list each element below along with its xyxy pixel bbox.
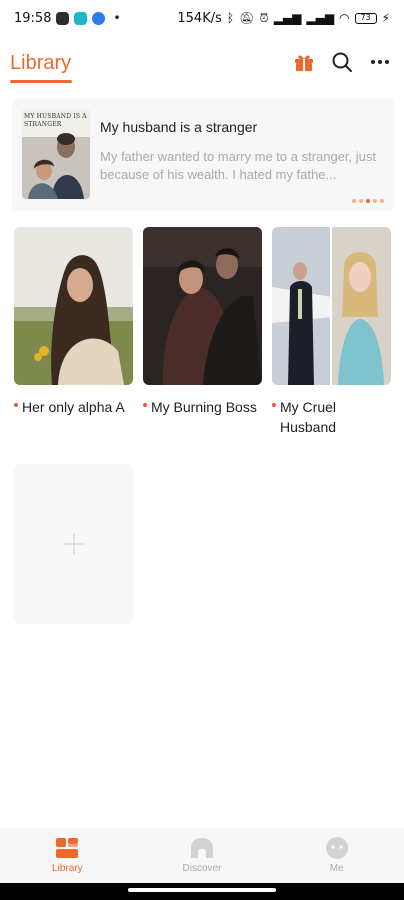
alarm-icon: ⏰︎ [259, 10, 269, 25]
library-icon [56, 838, 79, 858]
app-notification-icon [74, 11, 88, 25]
nav-label: Me [329, 863, 344, 874]
signal-icon: ▂▄▆ [273, 11, 302, 25]
book-title: Her only alpha A [22, 399, 125, 415]
status-left: 19:58 • [14, 11, 121, 26]
home-gesture-handle[interactable] [128, 888, 276, 892]
status-bar: 19:58 • 154K/s ᛒ 🔕︎ ⏰︎ ▂▄▆ ▂▄▆ ◠ 73 ⚡︎ [0, 0, 404, 36]
plus-icon [62, 533, 85, 555]
carousel-dot-active [366, 199, 370, 203]
signal-icon: ▂▄▆ [306, 11, 335, 25]
book-title-row: My Burning Boss [143, 397, 262, 417]
carousel-indicator [352, 199, 384, 203]
status-right: 154K/s ᛒ 🔕︎ ⏰︎ ▂▄▆ ▂▄▆ ◠ 73 ⚡︎ [177, 11, 390, 26]
bluetooth-icon: ᛒ [226, 11, 235, 25]
carousel-dot [373, 199, 377, 203]
book-cover[interactable] [14, 227, 133, 385]
library-book-item[interactable]: Her only alpha A [14, 227, 133, 417]
book-title: My Cruel Husband [280, 399, 337, 435]
gift-icon[interactable] [292, 50, 316, 74]
library-book-item[interactable]: My Burning Boss [143, 227, 262, 417]
carousel-dot [359, 199, 363, 203]
discover-icon [191, 838, 213, 858]
book-title-row: My Cruel Husband [272, 397, 391, 437]
add-book-button[interactable] [14, 464, 133, 624]
featured-cover-title: MY HUSBAND IS A STRANGER [24, 113, 87, 128]
featured-book-card[interactable]: MY HUSBAND IS A STRANGER My husband is a… [12, 99, 394, 211]
app-notification-icon [92, 11, 106, 25]
battery-icon: 73 [354, 12, 377, 24]
nav-label: Library [52, 863, 83, 874]
new-update-dot [272, 403, 276, 407]
nav-discover[interactable]: Discover [135, 828, 270, 883]
book-title: My Burning Boss [151, 399, 257, 415]
book-title-row: Her only alpha A [14, 397, 133, 417]
more-notifications-dot-icon: • [113, 11, 121, 25]
carousel-dot [380, 199, 384, 203]
app-notification-icon [56, 11, 70, 25]
search-icon[interactable] [330, 50, 354, 74]
book-cover[interactable] [272, 227, 391, 385]
app-header: Library [0, 40, 404, 86]
net-speed: 154K/s [177, 10, 222, 26]
profile-icon [325, 837, 348, 859]
page-title[interactable]: Library [10, 52, 71, 75]
nav-me[interactable]: Me [269, 828, 404, 883]
library-book-item[interactable]: My Cruel Husband [272, 227, 391, 437]
featured-book-title: My husband is a stranger [100, 119, 258, 135]
featured-book-cover: MY HUSBAND IS A STRANGER [22, 109, 90, 199]
bottom-navigation: Library Discover Me [0, 828, 404, 883]
charging-icon: ⚡︎ [381, 11, 390, 25]
more-icon[interactable] [368, 50, 392, 74]
status-time: 19:58 [14, 10, 52, 26]
new-update-dot [143, 403, 147, 407]
featured-book-description: My father wanted to marry me to a strang… [100, 149, 377, 182]
wifi-icon: ◠ [339, 11, 350, 25]
book-cover[interactable] [143, 227, 262, 385]
nav-label: Discover [182, 863, 222, 874]
active-tab-underline [10, 80, 72, 83]
nav-library[interactable]: Library [0, 828, 135, 883]
new-update-dot [14, 403, 18, 407]
carousel-dot [352, 199, 356, 203]
mute-icon: 🔕︎ [239, 11, 255, 25]
